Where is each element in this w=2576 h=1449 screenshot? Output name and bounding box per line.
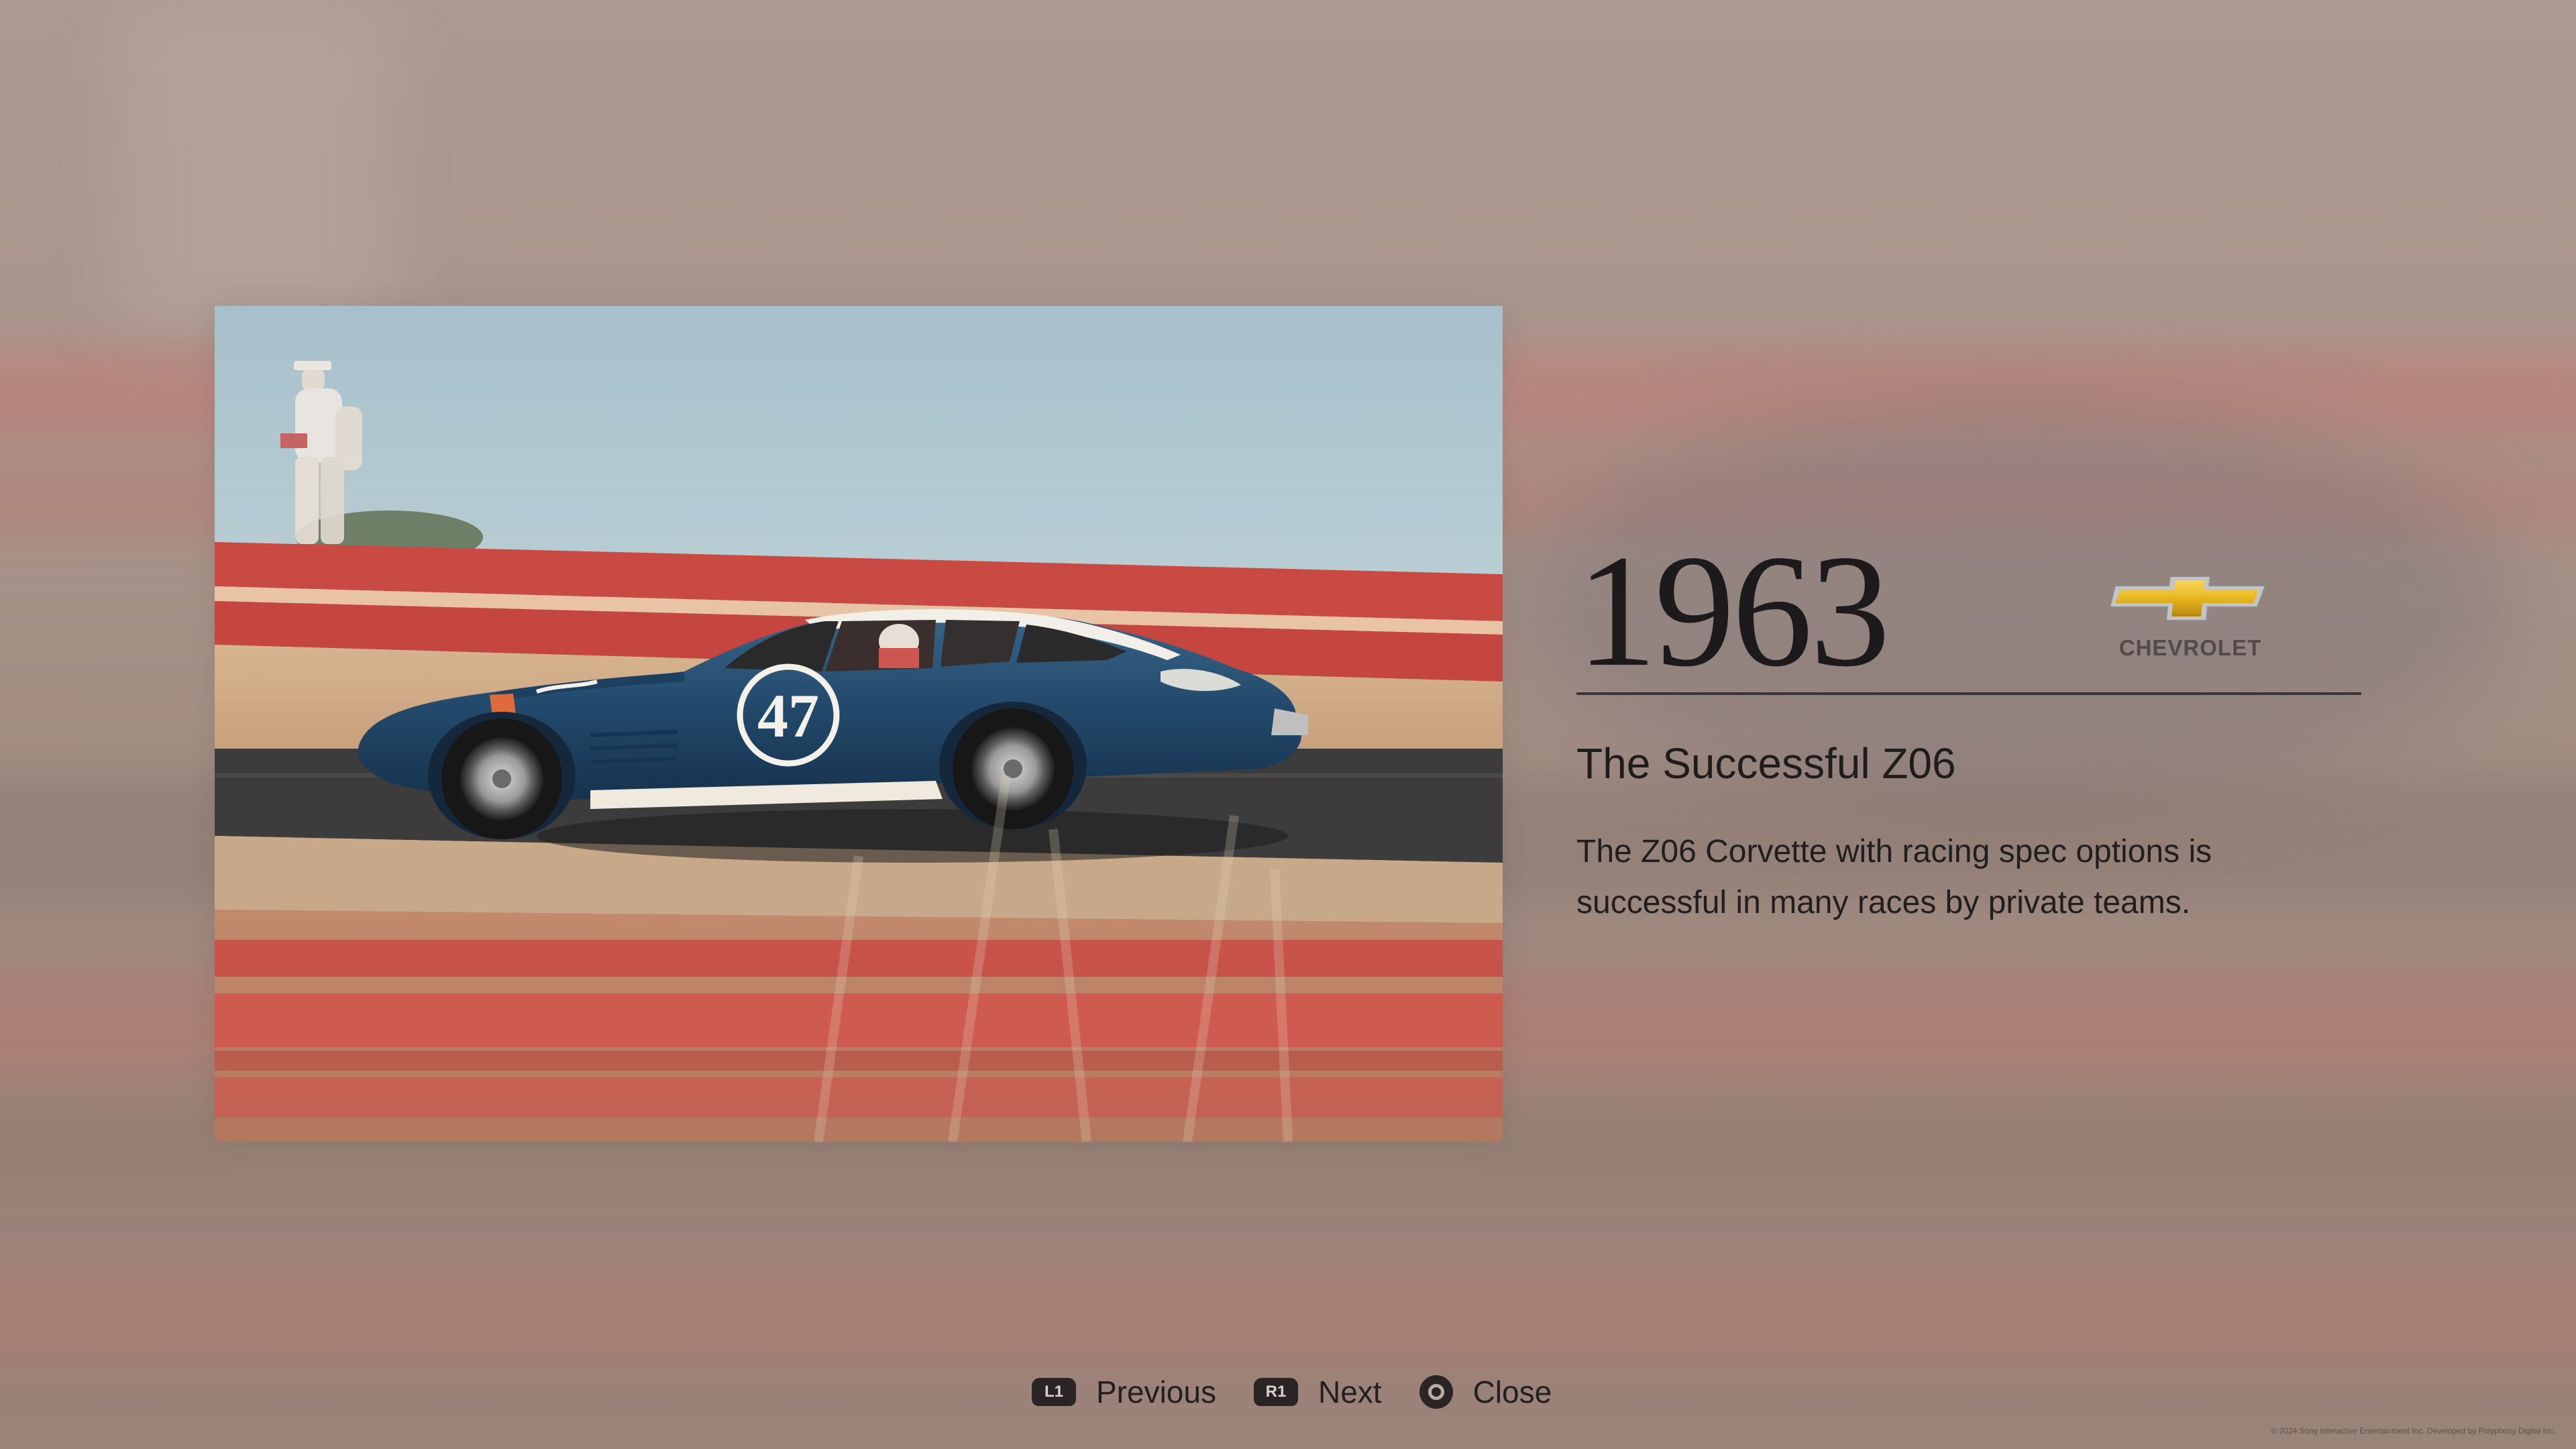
race-car-photo: 47 [215,306,1503,1142]
chevrolet-logo: CHEVROLET [2106,574,2274,661]
copyright-notice: © 2024 Sony Interactive Entertainment In… [2271,1426,2556,1436]
next-button[interactable]: R1 Next [1253,1374,1382,1410]
card-title: The Successful Z06 [1576,739,1956,788]
r1-button-icon: R1 [1253,1378,1298,1406]
car-number: 47 [757,682,819,750]
model-year: 1963 [1576,521,1890,700]
divider-line [1576,692,2361,695]
next-label: Next [1318,1375,1382,1409]
chevrolet-bowtie-icon [2110,576,2267,621]
brand-name: CHEVROLET [2118,635,2262,660]
circle-button-icon [1419,1375,1453,1409]
previous-label: Previous [1096,1375,1216,1409]
previous-button[interactable]: L1 Previous [1032,1374,1216,1410]
close-button[interactable]: Close [1419,1374,1552,1410]
l1-button-icon: L1 [1032,1378,1076,1406]
close-label: Close [1472,1375,1552,1409]
card-description: The Z06 Corvette with racing spec option… [1576,834,2212,920]
controller-hints: L1 Previous R1 Next Close [1032,1368,1552,1415]
museum-card-screen: 47 1963 CHEVROLET The Successful Z06 The… [0,0,2576,1449]
